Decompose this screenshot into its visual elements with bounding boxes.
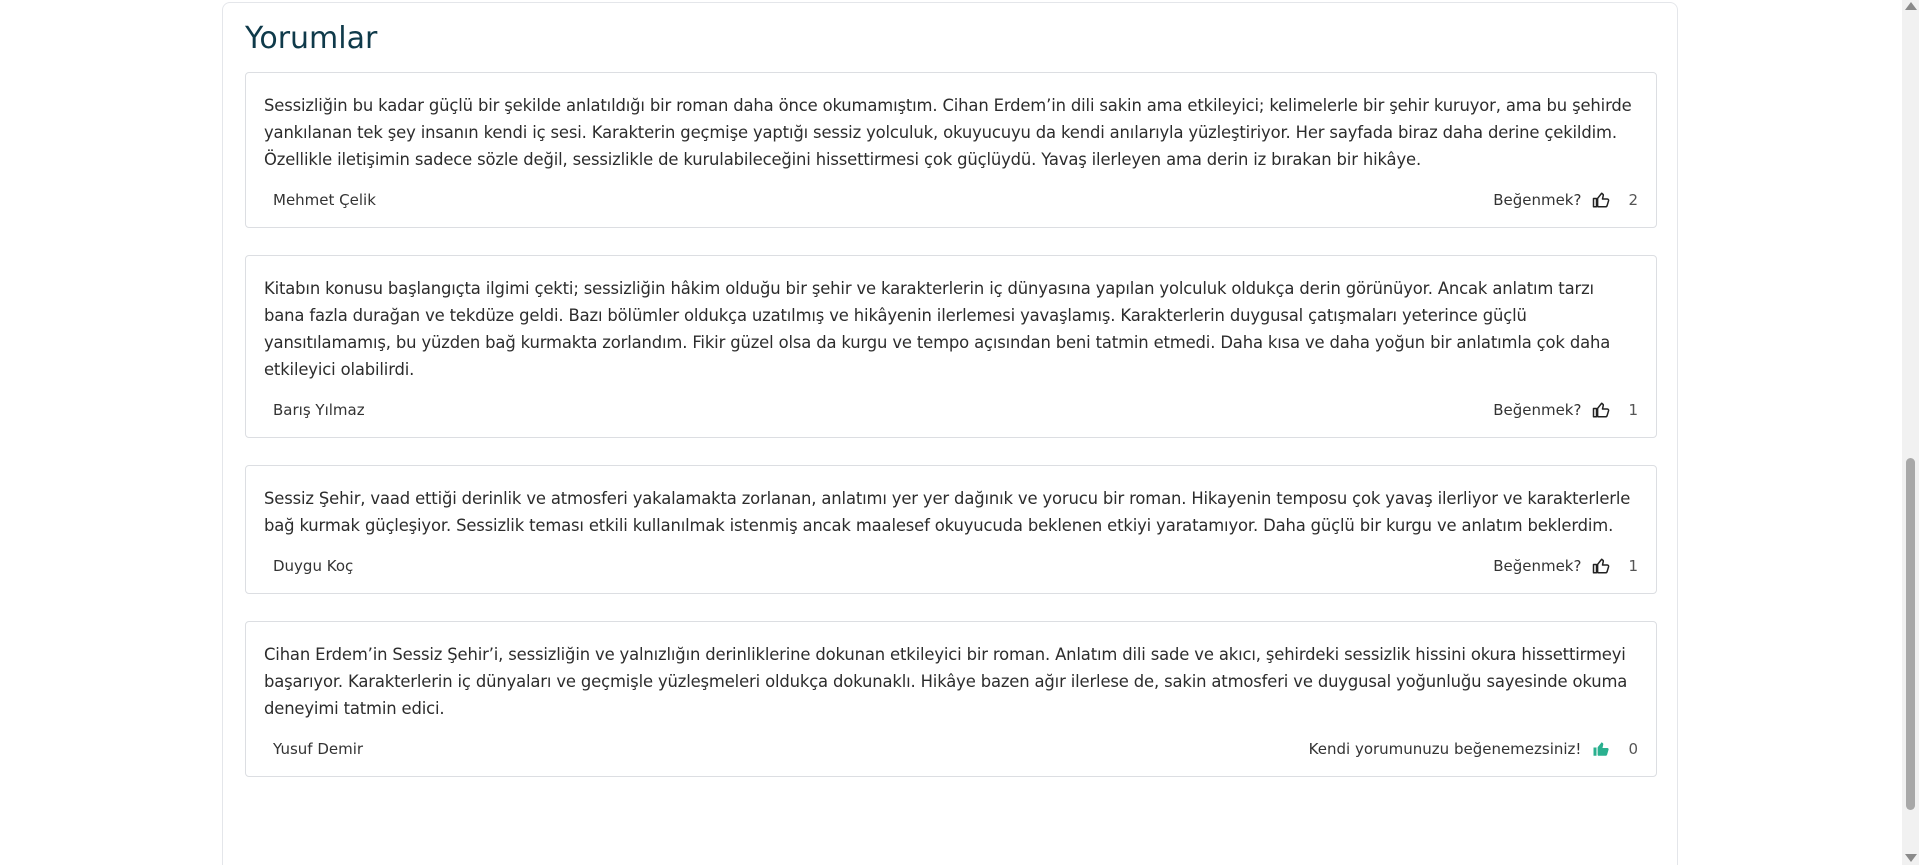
comment-text: Sessizliğin bu kadar güçlü bir şekilde a… xyxy=(264,96,1632,169)
scroll-up-arrow-icon[interactable] xyxy=(1905,2,1917,10)
comment-text: Kitabın konusu başlangıçta ilgimi çekti;… xyxy=(264,279,1611,379)
comment-footer: Yusuf Demir Kendi yorumunuzu beğenemezsi… xyxy=(246,722,1656,776)
comments-card: Yorumlar Sessizliğin bu kadar güçlü bir … xyxy=(222,2,1678,865)
comment-author: Barış Yılmaz xyxy=(273,401,365,419)
comment-author: Duygu Koç xyxy=(273,557,354,575)
comment-item: Kitabın konusu başlangıçta ilgimi çekti;… xyxy=(245,255,1657,438)
like-count: 2 xyxy=(1628,191,1638,209)
like-count: 1 xyxy=(1628,557,1638,575)
vertical-scrollbar[interactable] xyxy=(1902,0,1919,865)
comment-footer: Mehmet Çelik Beğenmek? 2 xyxy=(246,173,1656,227)
page: Yorumlar Sessizliğin bu kadar güçlü bir … xyxy=(0,0,1919,865)
thumbs-up-outline-icon[interactable] xyxy=(1591,190,1611,210)
comment-footer: Barış Yılmaz Beğenmek? 1 xyxy=(246,383,1656,437)
own-comment-like-notice: Kendi yorumunuzu beğenemezsiniz! xyxy=(1308,740,1582,758)
like-label: Beğenmek? xyxy=(1493,557,1582,575)
like-area: Beğenmek? 2 xyxy=(1493,190,1638,210)
thumbs-up-outline-icon[interactable] xyxy=(1591,400,1611,420)
comment-item: Sessiz Şehir, vaad ettiği derinlik ve at… xyxy=(245,465,1657,594)
like-area: Beğenmek? 1 xyxy=(1493,556,1638,576)
like-label: Beğenmek? xyxy=(1493,401,1582,419)
thumbs-up-filled-icon xyxy=(1591,739,1611,759)
comment-author: Mehmet Çelik xyxy=(273,191,376,209)
like-area: Beğenmek? 1 xyxy=(1493,400,1638,420)
comment-item: Cihan Erdem’in Sessiz Şehir’i, sessizliğ… xyxy=(245,621,1657,777)
thumbs-up-outline-icon[interactable] xyxy=(1591,556,1611,576)
scrollbar-thumb[interactable] xyxy=(1906,458,1915,810)
scroll-down-arrow-icon[interactable] xyxy=(1905,854,1917,862)
section-title: Yorumlar xyxy=(245,21,378,56)
comment-text: Sessiz Şehir, vaad ettiği derinlik ve at… xyxy=(264,489,1631,535)
like-count: 1 xyxy=(1628,401,1638,419)
comment-text: Cihan Erdem’in Sessiz Şehir’i, sessizliğ… xyxy=(264,645,1628,718)
like-label: Beğenmek? xyxy=(1493,191,1582,209)
like-area: Kendi yorumunuzu beğenemezsiniz! 0 xyxy=(1309,739,1638,759)
comments-list: Sessizliğin bu kadar güçlü bir şekilde a… xyxy=(245,72,1657,804)
like-count: 0 xyxy=(1628,740,1638,758)
comment-author: Yusuf Demir xyxy=(273,740,364,758)
comment-item: Sessizliğin bu kadar güçlü bir şekilde a… xyxy=(245,72,1657,228)
comment-footer: Duygu Koç Beğenmek? 1 xyxy=(246,539,1656,593)
